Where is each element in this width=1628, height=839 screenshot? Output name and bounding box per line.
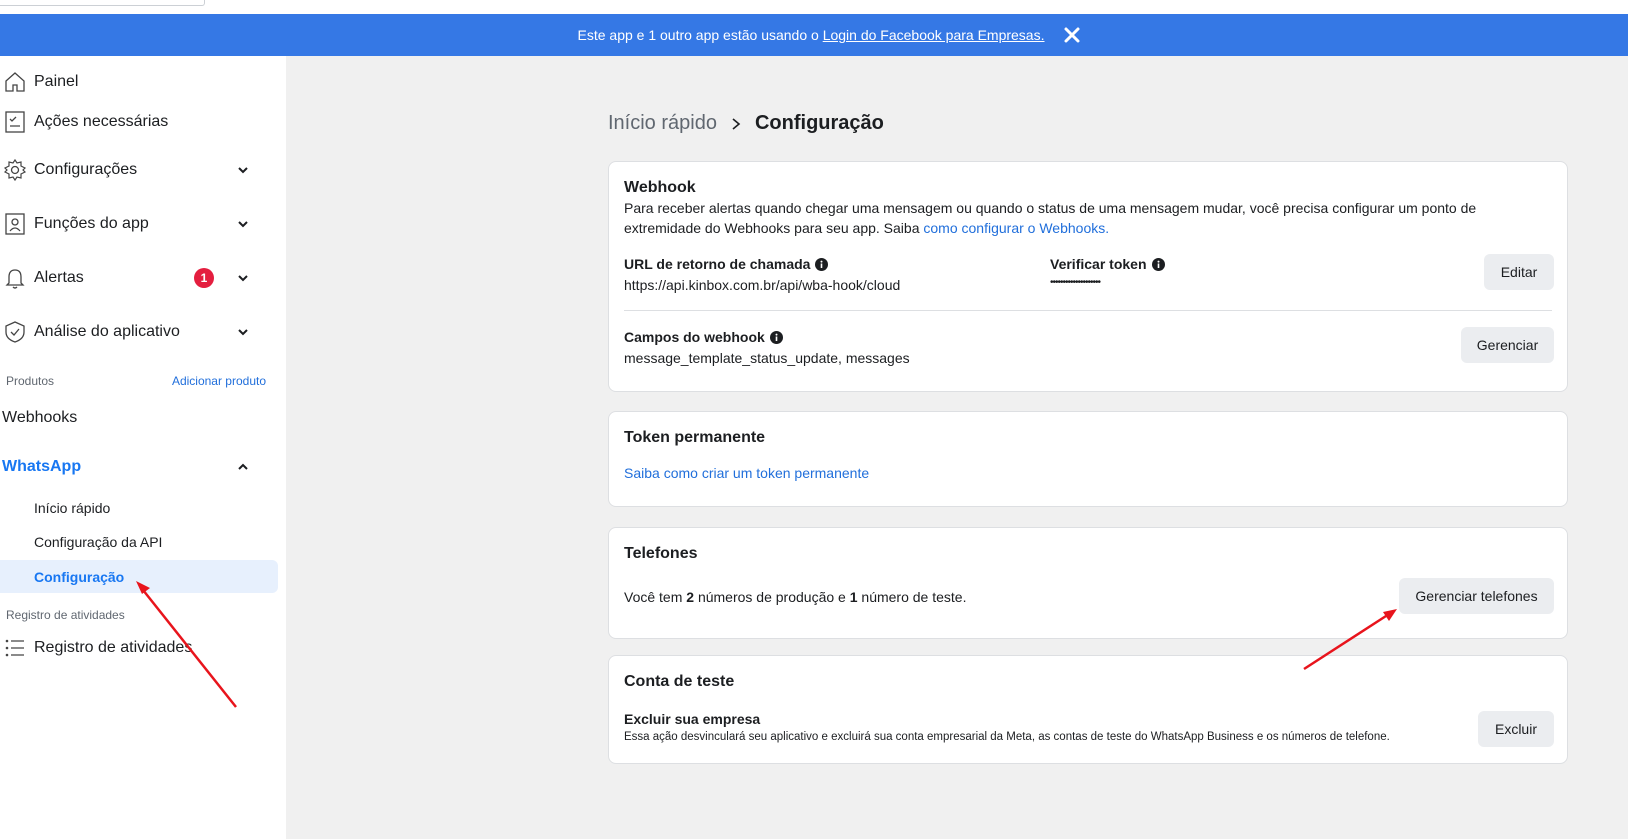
chevron-right-icon [732,117,741,130]
home-icon [2,69,28,95]
sidebar-item-label: Análise do aplicativo [34,323,180,340]
phones-summary: Você tem 2 números de produção e 1 númer… [624,587,966,607]
phones-title: Telefones [624,545,698,562]
chevron-down-icon [238,329,248,336]
sidebar-subitem-inicio-rapido[interactable]: Início rápido [34,500,110,516]
breadcrumb: Início rápido Configuração [608,112,884,135]
edit-button[interactable]: Editar [1484,254,1554,290]
manage-button-label: Gerenciar [1476,337,1539,353]
test-account-title: Conta de teste [624,673,735,690]
token-title: Token permanente [624,429,766,446]
sidebar-subitem-configuracao[interactable]: Configuração [0,560,278,593]
page-title: Configuração [754,112,884,134]
manage-phones-label: Gerenciar telefones [1415,588,1538,604]
browser-strip [0,0,1628,14]
sidebar-item-analise[interactable]: Análise do aplicativo [0,316,270,348]
verify-token-label: Verificar token [1050,256,1165,272]
checklist-icon [2,109,28,135]
webhook-title: Webhook [624,179,696,196]
chevron-down-icon [238,275,248,282]
webhook-description-text: extremidade do Webhooks para seu app. Sa… [624,220,924,236]
address-bar-fragment [0,0,205,6]
sidebar-item-webhooks[interactable]: Webhooks [2,409,77,427]
webhook-docs-link[interactable]: como configurar o Webhooks. [923,220,1109,236]
delete-button-label: Excluir [1494,721,1537,737]
callback-url-label: URL de retorno de chamada [624,256,829,272]
list-icon [2,635,28,661]
shield-check-icon [2,319,28,345]
phones-text-1: Você tem [624,589,687,605]
sidebar-item-registro[interactable]: Registro de atividades [0,632,270,664]
callback-url-value: https://api.kinbox.com.br/api/wba-hook/c… [624,277,901,293]
test-account-card: Conta de teste Excluir sua empresa Essa … [608,655,1568,764]
sidebar-item-label: Configurações [34,161,138,178]
webhook-fields-label: Campos do webhook [624,329,783,345]
sidebar-subitem-label: Configuração [34,568,125,585]
sidebar-item-label: Alertas [34,269,84,286]
phones-card: Telefones Você tem 2 números de produção… [608,527,1568,639]
permanent-token-card: Token permanente Saiba como criar um tok… [608,411,1568,507]
test-count: 1 [849,589,858,605]
sidebar-item-funcoes[interactable]: Funções do app [0,208,270,240]
delete-business-description: Essa ação desvinculará seu aplicativo e … [624,731,1390,743]
sidebar-item-whatsapp[interactable]: WhatsApp [2,455,270,479]
notification-banner: Este app e 1 outro app estão usando o Lo… [0,14,1628,56]
sidebar-item-label: Ações necessárias [34,113,169,130]
manage-phones-button[interactable]: Gerenciar telefones [1399,578,1554,614]
manage-webhook-fields-button[interactable]: Gerenciar [1461,327,1554,363]
bell-icon [2,265,28,291]
phones-text-3: número de teste. [857,589,967,605]
webhook-card: Webhook Para receber alertas quando cheg… [608,161,1568,392]
breadcrumb-parent[interactable]: Início rápido [608,112,717,135]
activity-section-label: Registro de atividades [6,608,125,622]
chevron-down-icon [238,167,248,174]
sidebar-item-label: Painel [34,73,79,90]
sidebar-subitem-configuracao-api[interactable]: Configuração da API [34,534,162,550]
phones-text-2: números de produção e [694,589,850,605]
banner-message: Este app e 1 outro app estão usando o Lo… [578,27,1045,43]
user-badge-icon [2,211,28,237]
token-docs-link[interactable]: Saiba como criar um token permanente [624,463,869,483]
sidebar-item-acoes[interactable]: Ações necessárias [0,106,270,138]
whatsapp-label: WhatsApp [2,458,82,475]
verify-token-label-text: Verificar token [1050,256,1147,272]
banner-link[interactable]: Login do Facebook para Empresas. [823,27,1045,43]
sidebar: Painel Ações necessárias Configurações F… [0,56,286,839]
webhook-fields-value: message_template_status_update, messages [624,350,910,366]
sidebar-item-label: Funções do app [34,215,149,232]
info-icon[interactable] [815,257,829,271]
delete-button[interactable]: Excluir [1478,711,1554,747]
verify-token-value: •••••••••••••••••••• [1050,277,1101,288]
webhook-fields-label-text: Campos do webhook [624,329,765,345]
banner-text: Este app e 1 outro app estão usando o [577,27,823,43]
webhook-description-line2: extremidade do Webhooks para seu app. Sa… [624,218,1109,238]
edit-button-label: Editar [1500,264,1538,280]
sidebar-item-painel[interactable]: Painel [0,66,270,98]
delete-business-heading: Excluir sua empresa [624,711,761,727]
close-icon[interactable] [1063,26,1081,44]
products-section-label: Produtos [6,374,55,388]
gear-icon [2,157,28,183]
chevron-up-icon [238,463,248,470]
alert-count-badge: 1 [194,268,214,288]
production-count: 2 [686,589,695,605]
sidebar-item-label: Registro de atividades [34,639,193,656]
callback-url-label-text: URL de retorno de chamada [624,256,811,272]
sidebar-item-configuracoes[interactable]: Configurações [0,154,270,186]
chevron-down-icon [238,221,248,228]
divider [624,310,1552,311]
info-icon[interactable] [1151,257,1165,271]
sidebar-item-alertas[interactable]: Alertas 1 [0,262,270,294]
webhook-description-line1: Para receber alertas quando chegar uma m… [624,200,1477,216]
add-product-link[interactable]: Adicionar produto [172,374,266,388]
info-icon[interactable] [769,330,783,344]
